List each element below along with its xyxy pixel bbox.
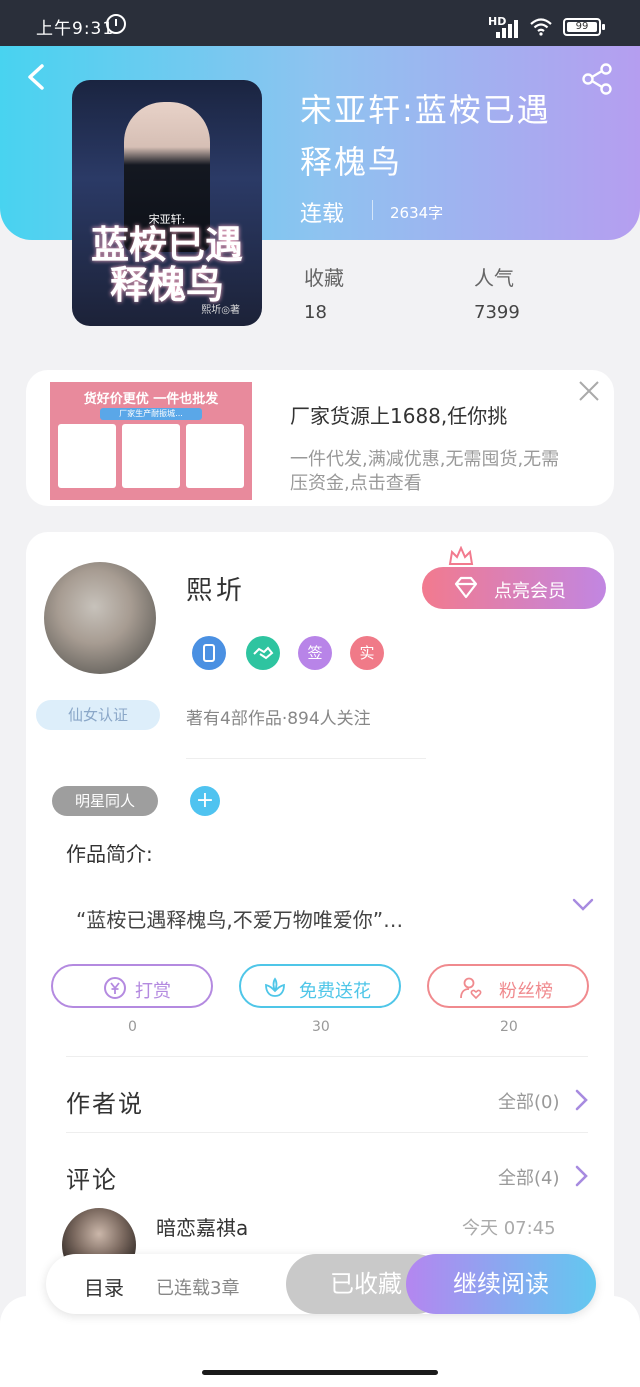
alarm-icon xyxy=(106,14,126,34)
continue-reading-button[interactable]: 继续阅读 xyxy=(406,1254,596,1314)
battery-level: 99 xyxy=(567,22,597,32)
synopsis-heading: 作品简介: xyxy=(66,842,153,866)
vip-button[interactable]: 点亮会员 xyxy=(422,567,606,609)
fan-ranking-button-label: 粉丝榜 xyxy=(499,981,553,1002)
ad-image-headline: 货好价更优 一件也批发 xyxy=(83,392,219,407)
chevron-right-icon[interactable] xyxy=(574,1165,588,1187)
cover-title-line1: 蓝桉已遇 xyxy=(90,222,243,267)
coin-icon xyxy=(104,977,126,999)
home-indicator[interactable] xyxy=(202,1370,438,1375)
word-count: 2634字 xyxy=(390,204,444,222)
tag-pill[interactable]: 明星同人 xyxy=(52,786,158,816)
author-says-all-link[interactable]: 全部(0) xyxy=(498,1088,560,1114)
comment-time: 今天 07:45 xyxy=(462,1218,556,1239)
ad-title[interactable]: 厂家货源上1688,任你挑 xyxy=(290,400,507,429)
comments-all-link[interactable]: 全部(4) xyxy=(498,1164,560,1190)
catalog-button[interactable]: 目录 xyxy=(84,1272,124,1301)
book-status: 连载 xyxy=(300,202,345,227)
fan-ranking-button[interactable]: 粉丝榜 xyxy=(427,964,589,1008)
ad-product-image xyxy=(58,424,116,488)
author-badge: 仙女认证 xyxy=(36,700,160,730)
wifi-icon xyxy=(530,18,552,36)
chevron-down-icon[interactable] xyxy=(572,898,594,912)
cover-title-line2: 释槐鸟 xyxy=(109,262,224,307)
flower-icon xyxy=(265,977,285,997)
author-says-label[interactable]: 作者说 xyxy=(66,1084,144,1119)
send-flower-button[interactable]: 免费送花 xyxy=(239,964,401,1008)
author-meta: 著有4部作品·894人关注 xyxy=(186,709,371,729)
user-heart-icon xyxy=(460,977,482,1000)
cover-author: 熙圻◎著 xyxy=(201,305,240,316)
ad-description[interactable]: 一件代发,满减优惠,无需囤货,无需压资金,点击查看 xyxy=(290,448,570,496)
signal-icon xyxy=(496,20,520,38)
add-tag-button[interactable]: + xyxy=(190,786,220,816)
divider xyxy=(66,1056,588,1057)
crown-icon xyxy=(448,546,474,565)
share-icon[interactable] xyxy=(580,62,614,96)
back-icon[interactable] xyxy=(22,62,52,92)
fan-count: 20 xyxy=(500,1019,518,1035)
status-time: 上午9:31 xyxy=(36,19,115,39)
synopsis-text[interactable]: “蓝桉已遇释槐鸟,不爱万物唯爱你”… xyxy=(76,904,403,933)
send-flower-button-label: 免费送花 xyxy=(299,981,371,1002)
author-avatar[interactable] xyxy=(44,562,156,674)
popularity-count: 7399 xyxy=(474,302,520,323)
tip-button[interactable]: 打赏 xyxy=(51,964,213,1008)
close-icon[interactable] xyxy=(578,380,600,402)
signed-badge[interactable]: 签 xyxy=(298,636,332,670)
favorites-count: 18 xyxy=(304,302,327,323)
book-cover[interactable]: 宋亚轩: 蓝桉已遇 释槐鸟 熙圻◎著 xyxy=(72,80,262,326)
ad-image: 货好价更优 一件也批发 厂家生产耐振城... xyxy=(50,382,252,500)
comments-label[interactable]: 评论 xyxy=(66,1160,118,1195)
tip-count: 0 xyxy=(128,1019,137,1035)
tip-button-label: 打赏 xyxy=(135,981,171,1002)
popularity-label: 人气 xyxy=(474,266,514,290)
ad-image-band: 厂家生产耐振城... xyxy=(100,408,202,420)
vip-button-label: 点亮会员 xyxy=(494,581,566,602)
verified-badge[interactable]: 实 xyxy=(350,636,384,670)
chevron-right-icon[interactable] xyxy=(574,1089,588,1111)
battery-icon: 99 xyxy=(563,18,605,36)
author-name[interactable]: 熙圻 xyxy=(186,570,246,607)
handshake-icon[interactable] xyxy=(246,636,280,670)
divider xyxy=(66,1132,588,1133)
book-title: 宋亚轩:蓝桉已遇释槐鸟 xyxy=(300,91,551,181)
divider xyxy=(372,200,373,220)
ad-product-image xyxy=(186,424,244,488)
divider xyxy=(186,758,426,759)
chapter-progress: 已连载3章 xyxy=(156,1278,240,1299)
cover-title: 蓝桉已遇 释槐鸟 xyxy=(72,225,262,305)
favorites-label: 收藏 xyxy=(304,266,344,290)
phone-verified-icon[interactable] xyxy=(192,636,226,670)
flower-count: 30 xyxy=(312,1019,330,1035)
diamond-icon xyxy=(454,576,478,599)
ad-product-image xyxy=(122,424,180,488)
status-bar: 上午9:31 HD 99 xyxy=(0,0,640,46)
commenter-name[interactable]: 暗恋嘉祺a xyxy=(156,1212,248,1241)
